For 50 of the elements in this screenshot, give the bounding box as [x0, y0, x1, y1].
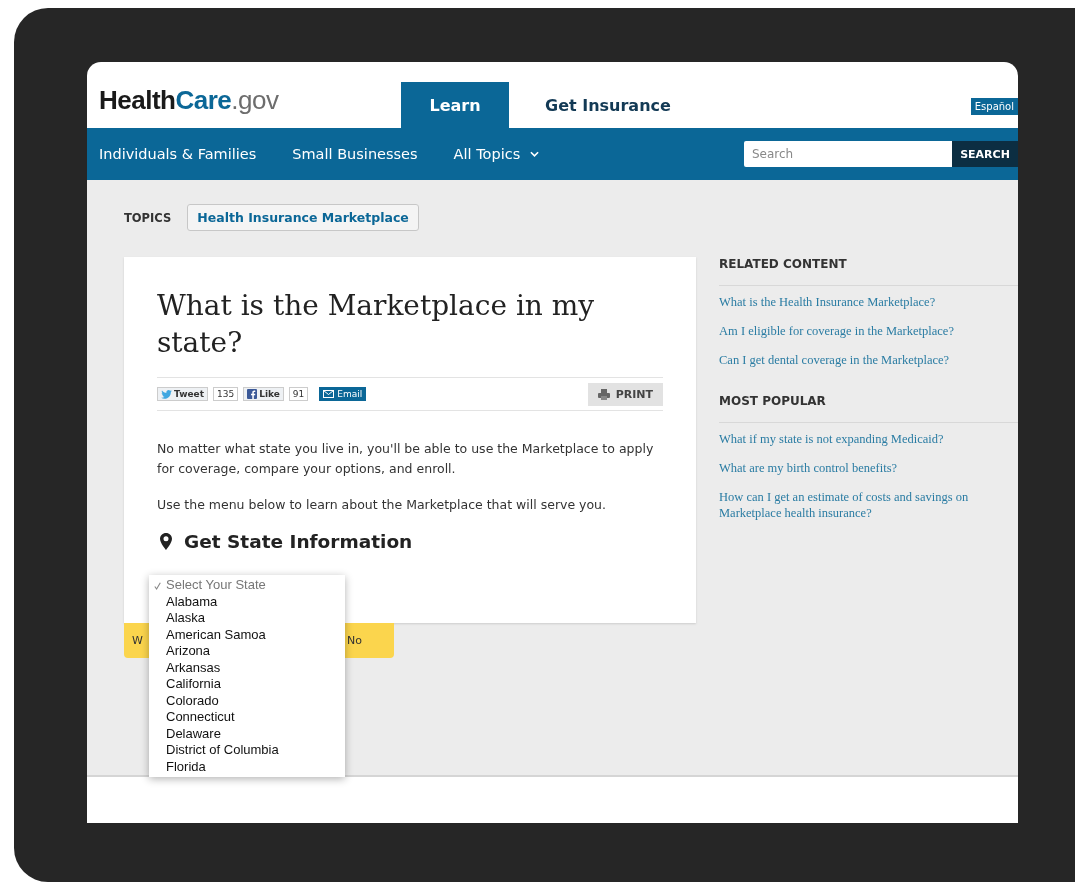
- dropdown-option[interactable]: Arkansas: [149, 659, 345, 676]
- dropdown-option[interactable]: Connecticut: [149, 709, 345, 726]
- paragraph: No matter what state you live in, you'll be able to use the Marketplace to apply for coverage, compare your options, and enroll.: [157, 440, 655, 478]
- language-button[interactable]: Español: [970, 98, 1018, 115]
- feedback-text: W: [132, 634, 143, 647]
- dropdown-option[interactable]: Select Your State: [149, 577, 345, 594]
- sidebar-heading: MOST POPULAR: [719, 394, 1018, 423]
- like-count: 91: [288, 387, 309, 401]
- nav-link[interactable]: All Topics: [453, 146, 540, 162]
- bird-icon: [161, 389, 172, 399]
- section-heading: Get State Information: [184, 531, 413, 552]
- dropdown-option[interactable]: Colorado: [149, 692, 345, 709]
- dropdown-option[interactable]: American Samoa: [149, 626, 345, 643]
- nav-tab[interactable]: Get Insurance: [509, 82, 707, 128]
- dropdown-option[interactable]: District of Columbia: [149, 742, 345, 759]
- topics-label: TOPICS: [124, 210, 172, 225]
- sidebar-heading: RELATED CONTENT: [719, 257, 1018, 286]
- paragraph: Use the menu below to learn about the Marketplace that will serve you.: [157, 496, 608, 514]
- like-button[interactable]: Like: [243, 387, 284, 401]
- dropdown-option[interactable]: Arizona: [149, 643, 345, 660]
- site-logo[interactable]: HealthCare.gov: [87, 85, 401, 128]
- dropdown-option[interactable]: Alaska: [149, 610, 345, 627]
- nav-link[interactable]: Individuals & Families: [99, 146, 257, 162]
- print-button[interactable]: PRINT: [587, 382, 663, 406]
- checkmark-icon: [154, 582, 161, 590]
- map-pin-icon: [160, 533, 172, 550]
- sidebar-link[interactable]: What are my birth control benefits?: [719, 460, 1018, 476]
- tweet-count: 135: [213, 387, 239, 401]
- sidebar-link[interactable]: How can I get an estimate of costs and savings on Marketplace health insurance?: [719, 489, 1018, 521]
- dropdown-option[interactable]: California: [149, 676, 345, 693]
- dropdown-option[interactable]: Delaware: [149, 725, 345, 742]
- printer-icon: [597, 388, 610, 400]
- envelope-icon: [323, 390, 335, 398]
- sidebar-link[interactable]: What if my state is not expanding Medicaid?: [719, 431, 1018, 447]
- feedback-text: No: [347, 634, 362, 647]
- sidebar-link[interactable]: What is the Health Insurance Marketplace?: [719, 294, 1018, 310]
- chevron-down-icon: [530, 151, 540, 157]
- dropdown-option[interactable]: Alabama: [149, 593, 345, 610]
- nav-tab[interactable]: Learn: [401, 82, 509, 128]
- sidebar-link[interactable]: Can I get dental coverage in the Marketplace?: [719, 352, 1018, 368]
- tweet-button[interactable]: Tweet: [157, 387, 208, 401]
- article-title: What is the Marketplace in my state?: [157, 288, 596, 361]
- topic-tag[interactable]: Health Insurance Marketplace: [187, 204, 419, 231]
- search-field[interactable]: Search: [744, 141, 952, 167]
- dropdown-option[interactable]: Florida: [149, 758, 345, 775]
- facebook-icon: [247, 389, 258, 399]
- email-button[interactable]: Email: [319, 387, 367, 401]
- nav-link[interactable]: Small Businesses: [292, 146, 418, 162]
- sidebar-link[interactable]: Am I eligible for coverage in the Marketplace?: [719, 323, 1018, 339]
- search-button[interactable]: SEARCH: [952, 141, 1018, 167]
